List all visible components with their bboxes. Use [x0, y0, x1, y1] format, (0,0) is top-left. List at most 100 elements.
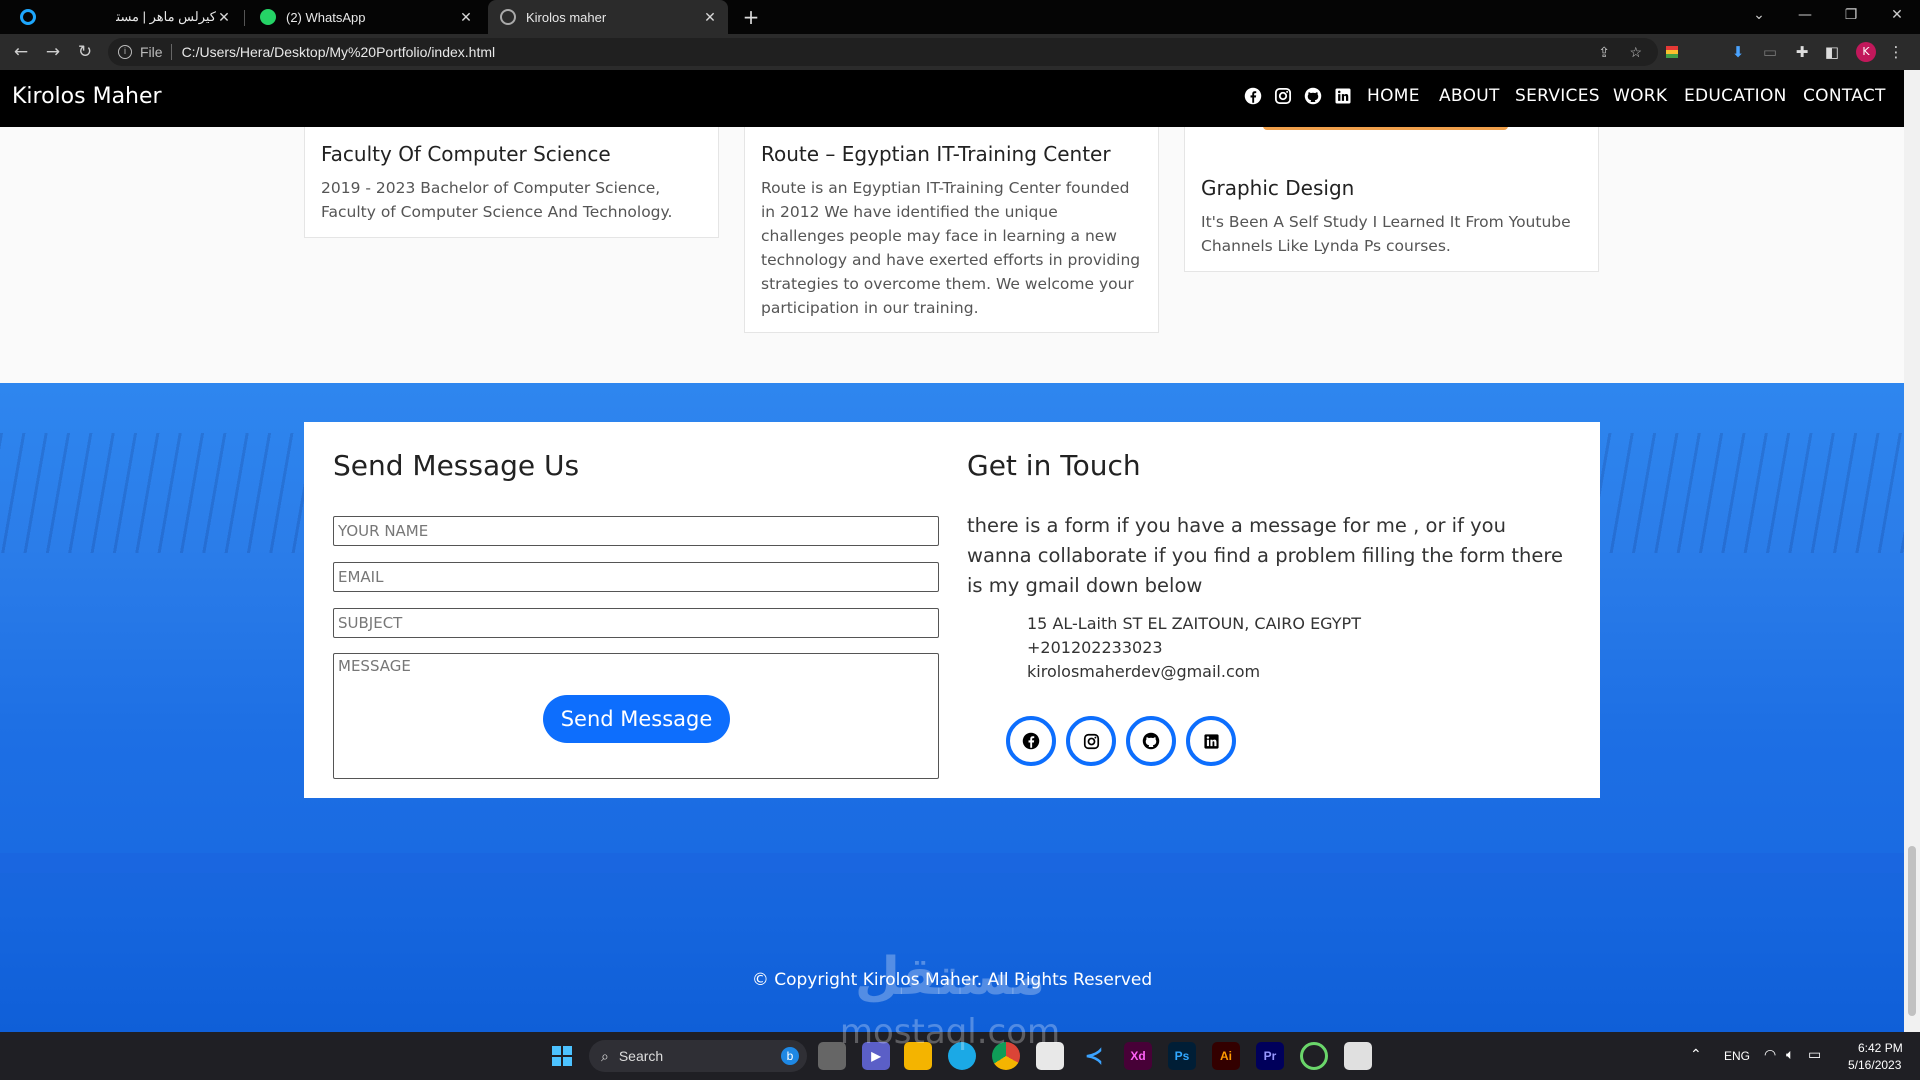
tab-search-icon[interactable]: ⌄ — [1736, 0, 1782, 30]
card-title: Route – Egyptian IT-Training Center — [761, 142, 1111, 166]
contact-email[interactable]: kirolosmaherdev@gmail.com — [1027, 662, 1260, 681]
scrollbar-thumb[interactable] — [1908, 846, 1916, 1016]
info-icon[interactable]: i — [118, 45, 132, 59]
taskbar-search[interactable]: ⌕ Search b — [589, 1040, 807, 1072]
subject-input[interactable] — [333, 608, 939, 638]
site-navbar: Kirolos Maher HOME ABOUT SERVICES WORK E… — [0, 70, 1904, 127]
screen: كيرلس ماهر | مستقل ✕ (2) WhatsApp ✕ Kiro… — [0, 0, 1920, 1080]
tab-title: كيرلس ماهر | مستقل — [116, 9, 216, 24]
clock-date[interactable]: 5/16/2023 — [1848, 1058, 1901, 1072]
browser-toolbar: ← → ↻ i File C:/Users/Hera/Desktop/My%20… — [0, 34, 1920, 70]
get-in-touch-text: there is a form if you have a message fo… — [967, 514, 1563, 597]
tray-overflow-icon[interactable]: ⌃ — [1690, 1046, 1702, 1063]
form-title: Send Message Us — [333, 449, 580, 482]
facebook-icon[interactable] — [1006, 716, 1056, 766]
card-text: 2019 - 2023 Bachelor of Computer Science… — [321, 179, 673, 221]
education-card: Route – Egyptian IT-Training Center Rout… — [744, 117, 1159, 333]
nav-link-about[interactable]: ABOUT — [1439, 86, 1500, 106]
github-icon[interactable] — [1303, 86, 1323, 106]
nav-link-work[interactable]: WORK — [1613, 86, 1667, 106]
whatsapp-icon — [260, 9, 276, 25]
premiere-icon[interactable]: Pr — [1256, 1042, 1284, 1070]
browser-menu-icon[interactable]: ⋮ — [1886, 42, 1906, 62]
nav-link-services[interactable]: SERVICES — [1515, 86, 1600, 106]
nav-link-home[interactable]: HOME — [1367, 86, 1420, 106]
browser-tab-whatsapp[interactable]: (2) WhatsApp ✕ — [252, 0, 482, 34]
browser-tab-mostaql[interactable]: كيرلس ماهر | مستقل ✕ — [100, 0, 240, 34]
search-label: Search — [618, 1048, 664, 1064]
contact-phone: +201202233023 — [1027, 638, 1163, 657]
card-title: Faculty Of Computer Science — [321, 142, 611, 166]
language-indicator[interactable]: ENG — [1724, 1049, 1750, 1063]
url-scheme: File — [140, 44, 163, 60]
new-tab-button[interactable]: + — [738, 4, 764, 30]
share-icon[interactable]: ⇪ — [1598, 44, 1610, 61]
nav-link-contact[interactable]: CONTACT — [1803, 86, 1886, 106]
site-brand[interactable]: Kirolos Maher — [12, 84, 162, 109]
vscode-icon[interactable]: ≺ — [1080, 1042, 1108, 1070]
forward-button[interactable]: → — [40, 39, 66, 65]
puzzle-icon[interactable]: ✚ — [1792, 42, 1812, 62]
app-circle-icon[interactable] — [1300, 1042, 1328, 1070]
bookmark-star-icon[interactable]: ☆ — [1629, 44, 1642, 61]
copyright-text: © Copyright Kirolos Maher. All Rights Re… — [751, 970, 1153, 990]
send-message-button[interactable]: Send Message — [543, 695, 730, 743]
browser-tab-kirolos[interactable]: Kirolos maher ✕ — [488, 0, 728, 34]
clock-time[interactable]: 6:42 PM — [1858, 1041, 1903, 1055]
download-icon[interactable]: ⬇ — [1728, 42, 1748, 62]
contact-address: 15 AL-Laith ST EL ZAITOUN, CAIRO EGYPT — [1027, 614, 1361, 633]
instagram-icon[interactable] — [1273, 86, 1293, 106]
extension-colorful-icon[interactable] — [1662, 42, 1682, 62]
snipping-tool-icon[interactable] — [1344, 1042, 1372, 1070]
adobe-xd-icon[interactable]: Xd — [1124, 1042, 1152, 1070]
close-window-button[interactable]: ✕ — [1874, 0, 1920, 30]
bing-icon: b — [781, 1047, 799, 1065]
illustrator-icon[interactable]: Ai — [1212, 1042, 1240, 1070]
url-text: C:/Users/Hera/Desktop/My%20Portfolio/ind… — [181, 44, 496, 60]
education-card: Faculty Of Computer Science 2019 - 2023 … — [304, 117, 719, 238]
github-icon[interactable] — [1126, 716, 1176, 766]
volume-icon[interactable]: 🔈︎ — [1786, 1046, 1794, 1063]
tab-title: Kirolos maher — [526, 9, 607, 25]
search-icon: ⌕ — [601, 1047, 609, 1064]
card-text: It's Been A Self Study I Learned It From… — [1201, 213, 1571, 255]
facebook-icon[interactable] — [1243, 86, 1263, 106]
tab-close-icon[interactable]: ✕ — [702, 9, 718, 26]
education-section: Faculty Of Computer Science 2019 - 2023 … — [0, 117, 1904, 383]
page-scrollbar[interactable] — [1904, 70, 1920, 1032]
back-button[interactable]: ← — [8, 39, 34, 65]
mostaql-watermark-url: mostaql.com — [839, 1012, 1061, 1052]
windows-start-icon[interactable] — [548, 1042, 576, 1070]
wifi-icon[interactable]: ◠ — [1764, 1046, 1776, 1063]
card-title: Graphic Design — [1201, 176, 1355, 200]
reload-button[interactable]: ↻ — [72, 39, 98, 65]
url-divider — [170, 44, 172, 60]
nav-link-education[interactable]: EDUCATION — [1684, 86, 1787, 106]
photoshop-icon[interactable]: Ps — [1168, 1042, 1196, 1070]
battery-icon[interactable]: ▭ — [1808, 1046, 1821, 1063]
footer-top-band — [0, 853, 1904, 873]
side-panel-icon[interactable]: ◧ — [1822, 42, 1842, 62]
get-in-touch-title: Get in Touch — [967, 449, 1141, 482]
profile-avatar[interactable]: K — [1856, 42, 1876, 62]
tab-title: (2) WhatsApp — [286, 9, 366, 25]
contact-section: Send Message Us Send Message Get in Touc… — [0, 383, 1904, 853]
linkedin-icon[interactable] — [1333, 86, 1353, 106]
linkedin-icon[interactable] — [1186, 716, 1236, 766]
page-viewport: Kirolos Maher HOME ABOUT SERVICES WORK E… — [0, 70, 1904, 1032]
extension-icon[interactable]: ▭ — [1760, 42, 1780, 62]
name-input[interactable] — [333, 516, 939, 546]
site-footer: مستقل © Copyright Kirolos Maher. All Rig… — [0, 853, 1904, 1032]
tab-close-icon[interactable]: ✕ — [458, 9, 474, 26]
email-input[interactable] — [333, 562, 939, 592]
contact-card: Send Message Us Send Message Get in Touc… — [304, 422, 1600, 798]
browser-tab-strip: كيرلس ماهر | مستقل ✕ (2) WhatsApp ✕ Kiro… — [0, 0, 1920, 34]
card-text: Route is an Egyptian IT-Training Center … — [761, 179, 1141, 317]
tab-close-icon[interactable]: ✕ — [216, 9, 232, 26]
browser-menu-icon[interactable] — [20, 9, 36, 25]
restore-button[interactable]: ❐ — [1828, 0, 1874, 30]
minimize-button[interactable]: — — [1782, 0, 1828, 30]
instagram-icon[interactable] — [1066, 716, 1116, 766]
tab-separator — [244, 10, 245, 26]
address-bar[interactable]: i File C:/Users/Hera/Desktop/My%20Portfo… — [108, 38, 1658, 66]
